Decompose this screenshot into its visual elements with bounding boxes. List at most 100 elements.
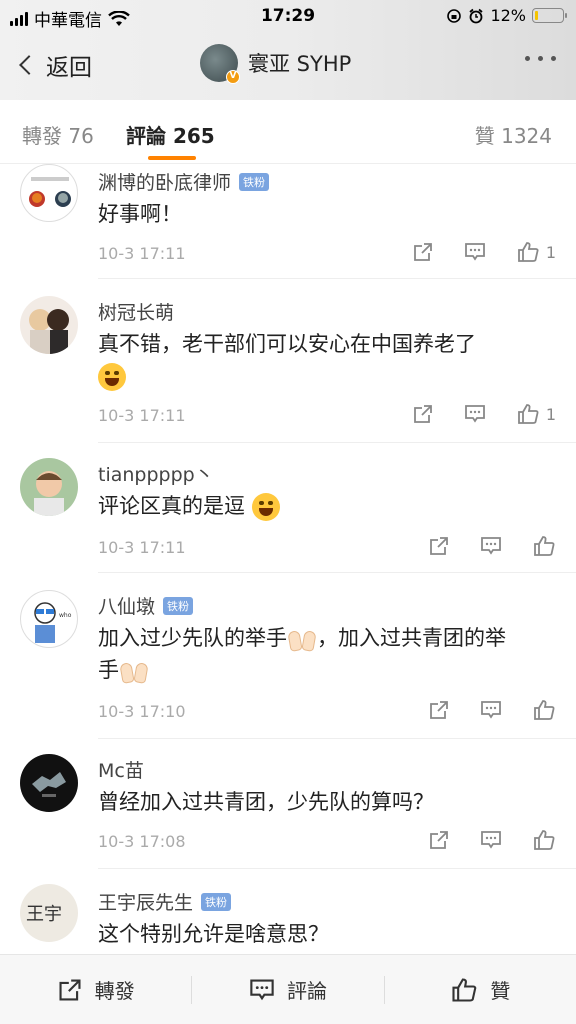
- verified-badge: V: [226, 70, 240, 84]
- comment-text: 这个特别允许是啥意思？: [98, 922, 329, 946]
- author-name: 树冠长萌: [98, 302, 175, 324]
- comment-text: 评论区真的是逗: [98, 490, 546, 522]
- avatar[interactable]: [20, 754, 78, 812]
- share-button[interactable]: [428, 535, 450, 557]
- reply-button[interactable]: [464, 403, 486, 425]
- author-name: tianppppp丶: [98, 464, 214, 486]
- author-name: 渊博的卧底律师: [98, 172, 232, 194]
- comment-text-body: 评论区真的是逗: [98, 494, 245, 518]
- status-right: 12%: [446, 6, 567, 25]
- comment-actions: 1: [412, 240, 556, 264]
- author-name: 八仙墩: [98, 596, 156, 618]
- comment-author[interactable]: 王宇辰先生 铁粉: [98, 888, 232, 915]
- share-button[interactable]: [412, 241, 434, 263]
- avatar[interactable]: [20, 296, 78, 354]
- share-button[interactable]: [412, 403, 434, 425]
- comment-time: 10-3 17:11: [98, 538, 186, 557]
- battery-icon: [532, 8, 567, 23]
- raising-hands-emoji-icon: [119, 657, 149, 685]
- avatar[interactable]: [20, 164, 78, 222]
- comment-text-part-a: 加入过少先队的举手: [98, 626, 287, 650]
- comment-button[interactable]: 評論: [192, 975, 383, 1004]
- tab-bar: 轉發 76 評論 265 贊 1324: [0, 100, 576, 164]
- account-name: 寰亚 SYHP: [248, 52, 352, 76]
- nav-bar: 返回 V 寰亚 SYHP: [0, 36, 576, 96]
- comment-author[interactable]: Mc苗: [98, 756, 144, 783]
- like-count: 1: [545, 404, 556, 424]
- back-label: 返回: [46, 55, 92, 81]
- comment-actions: [428, 534, 556, 558]
- comment-time: 10-3 17:11: [98, 244, 186, 263]
- reply-button[interactable]: [464, 241, 486, 263]
- divider: [98, 738, 576, 739]
- share-icon: [59, 978, 81, 1001]
- divider: [98, 278, 576, 279]
- share-icon: [413, 405, 432, 423]
- battery-fill: [535, 11, 539, 20]
- back-button[interactable]: 返回: [14, 48, 92, 82]
- comment-icon: [464, 243, 485, 261]
- like-button[interactable]: [532, 828, 556, 852]
- like-count: 1: [545, 242, 556, 262]
- bottom-action-bar: 轉發 評論 贊: [0, 954, 576, 1024]
- more-options-icon[interactable]: [525, 56, 556, 61]
- like-button[interactable]: 1: [516, 402, 556, 426]
- comment-icon: [250, 978, 274, 1000]
- author-name: 王宇辰先生: [98, 892, 194, 914]
- like-button[interactable]: [532, 698, 556, 722]
- repost-label: 轉發: [94, 979, 135, 1003]
- tab-repost[interactable]: 轉發 76: [22, 120, 94, 149]
- comment-text: 曾经加入过共青团，少先队的算吗？: [98, 790, 434, 814]
- comment-icon: [481, 701, 501, 719]
- comment-text: 加入过少先队的举手 ，加入过共青团的举 手: [98, 622, 546, 686]
- comment-icon: [464, 405, 485, 423]
- repost-button[interactable]: 轉發: [0, 975, 191, 1004]
- reply-button[interactable]: [480, 699, 502, 721]
- thumbs-up-icon: [517, 242, 539, 262]
- like-button[interactable]: 1: [516, 240, 556, 264]
- comment-time: 10-3 17:10: [98, 702, 186, 721]
- laughing-emoji-icon: [251, 493, 280, 521]
- divider: [98, 442, 576, 443]
- divider: [98, 868, 576, 869]
- thumbs-up-icon: [517, 404, 539, 424]
- tab-likes[interactable]: 贊 1324: [475, 120, 552, 149]
- avatar[interactable]: 王宇: [20, 884, 78, 942]
- laughing-emoji-icon: [98, 363, 126, 391]
- comment-actions: 1: [412, 402, 556, 426]
- comment-author[interactable]: 八仙墩 铁粉: [98, 592, 194, 619]
- comment-actions: [428, 828, 556, 852]
- share-button[interactable]: [428, 829, 450, 851]
- avatar[interactable]: V: [200, 44, 240, 84]
- comment-time: 10-3 17:08: [98, 832, 186, 851]
- share-icon: [430, 701, 448, 719]
- thumbs-up-icon: [534, 830, 555, 850]
- comment-author[interactable]: tianppppp丶: [98, 460, 214, 487]
- fan-badge: 铁粉: [201, 892, 232, 911]
- share-icon: [430, 831, 448, 849]
- avatar[interactable]: who: [20, 590, 78, 648]
- account-header[interactable]: V 寰亚 SYHP: [200, 44, 352, 84]
- share-button[interactable]: [428, 699, 450, 721]
- like-button[interactable]: 贊: [385, 975, 576, 1004]
- comment-text: 好事啊！: [98, 202, 182, 226]
- reply-button[interactable]: [480, 829, 502, 851]
- fan-badge: 铁粉: [239, 172, 270, 191]
- reply-button[interactable]: [480, 535, 502, 557]
- comment-author[interactable]: 树冠长萌: [98, 298, 174, 325]
- fan-badge: 铁粉: [163, 596, 194, 615]
- share-icon: [413, 243, 432, 261]
- comment-author[interactable]: 渊博的卧底律师 铁粉: [98, 168, 270, 195]
- comment-icon: [481, 537, 501, 555]
- status-bar: 中華電信 17:29 12%: [0, 0, 576, 32]
- thumbs-up-icon: [452, 977, 477, 1002]
- alarm-icon: [469, 8, 484, 23]
- comment-text-part-b: ，加入过共青团的举: [317, 626, 506, 650]
- avatar[interactable]: [20, 458, 78, 516]
- like-button[interactable]: [532, 534, 556, 558]
- tab-comments[interactable]: 評論 265: [126, 120, 215, 149]
- comment-list: 渊博的卧底律师 铁粉 好事啊！ 10-3 17:11 1 树冠长萌 真不错，老干…: [0, 164, 576, 954]
- share-icon: [430, 537, 448, 555]
- like-label: 贊: [490, 979, 511, 1003]
- comment-text: 真不错，老干部们可以安心在中国养老了: [98, 328, 546, 392]
